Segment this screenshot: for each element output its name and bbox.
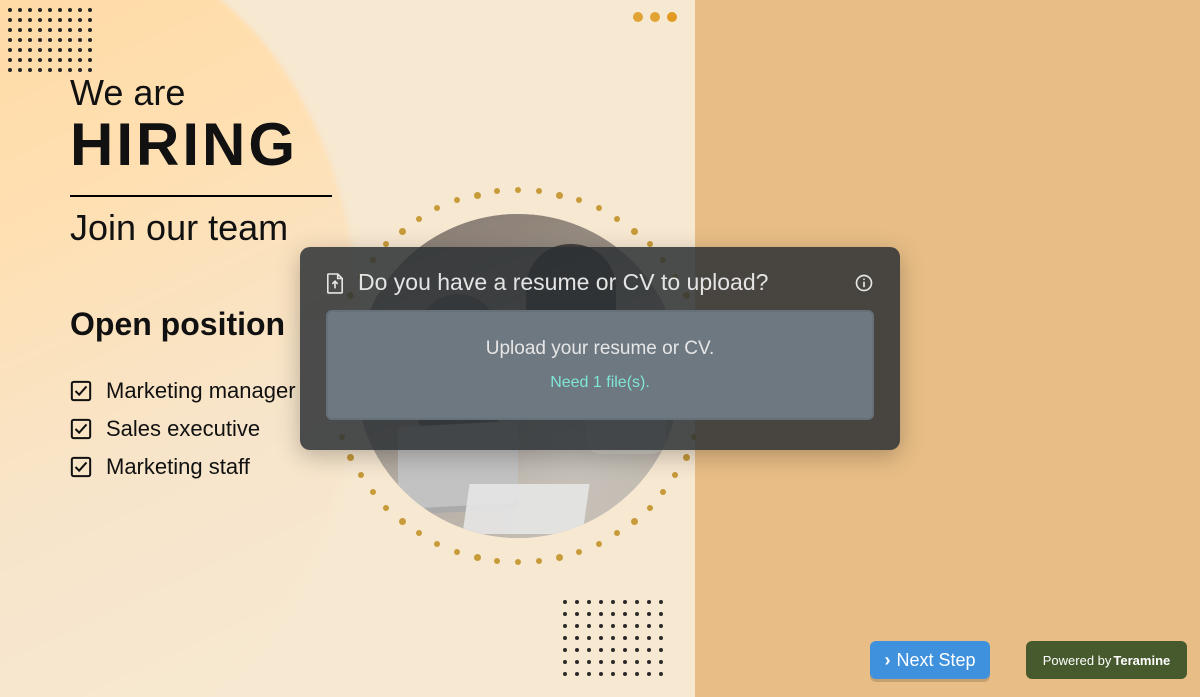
next-step-button[interactable]: › Next Step <box>870 641 990 679</box>
position-label: Sales executive <box>106 416 260 442</box>
upload-requirement: Need 1 file(s). <box>550 374 650 392</box>
hero-line-hiring: HIRING <box>70 110 332 179</box>
hero-block: We are HIRING Join our team <box>70 72 332 249</box>
modal-title: Do you have a resume or CV to upload? <box>358 269 854 296</box>
powered-by-link[interactable]: Powered by Teramine <box>1026 641 1187 679</box>
upload-resume-modal: Do you have a resume or CV to upload? Up… <box>300 247 900 450</box>
upload-instruction: Upload your resume or CV. <box>486 338 714 360</box>
modal-header: Do you have a resume or CV to upload? <box>300 247 900 310</box>
powered-by-brand: Teramine <box>1113 653 1170 668</box>
position-list: Marketing manager Sales executive Market… <box>70 378 296 492</box>
hero-line-join: Join our team <box>70 207 332 249</box>
position-label: Marketing manager <box>106 378 296 404</box>
powered-by-prefix: Powered by <box>1043 653 1112 668</box>
checkbox-checked-icon <box>70 380 92 402</box>
position-label: Marketing staff <box>106 454 250 480</box>
tri-dots-top <box>633 8 684 26</box>
chevron-right-icon: › <box>884 650 890 671</box>
list-item: Marketing manager <box>70 378 296 404</box>
checkbox-checked-icon <box>70 418 92 440</box>
next-step-label: Next Step <box>896 650 975 671</box>
open-position-title: Open position <box>70 306 285 343</box>
upload-dropzone[interactable]: Upload your resume or CV. Need 1 file(s)… <box>326 310 874 420</box>
open-position-heading: Open position <box>70 306 285 343</box>
list-item: Sales executive <box>70 416 296 442</box>
list-item: Marketing staff <box>70 454 296 480</box>
info-icon[interactable] <box>854 273 874 293</box>
checkbox-checked-icon <box>70 456 92 478</box>
hero-divider <box>70 195 332 197</box>
file-upload-icon <box>326 272 344 294</box>
hero-line-we-are: We are <box>70 72 332 114</box>
